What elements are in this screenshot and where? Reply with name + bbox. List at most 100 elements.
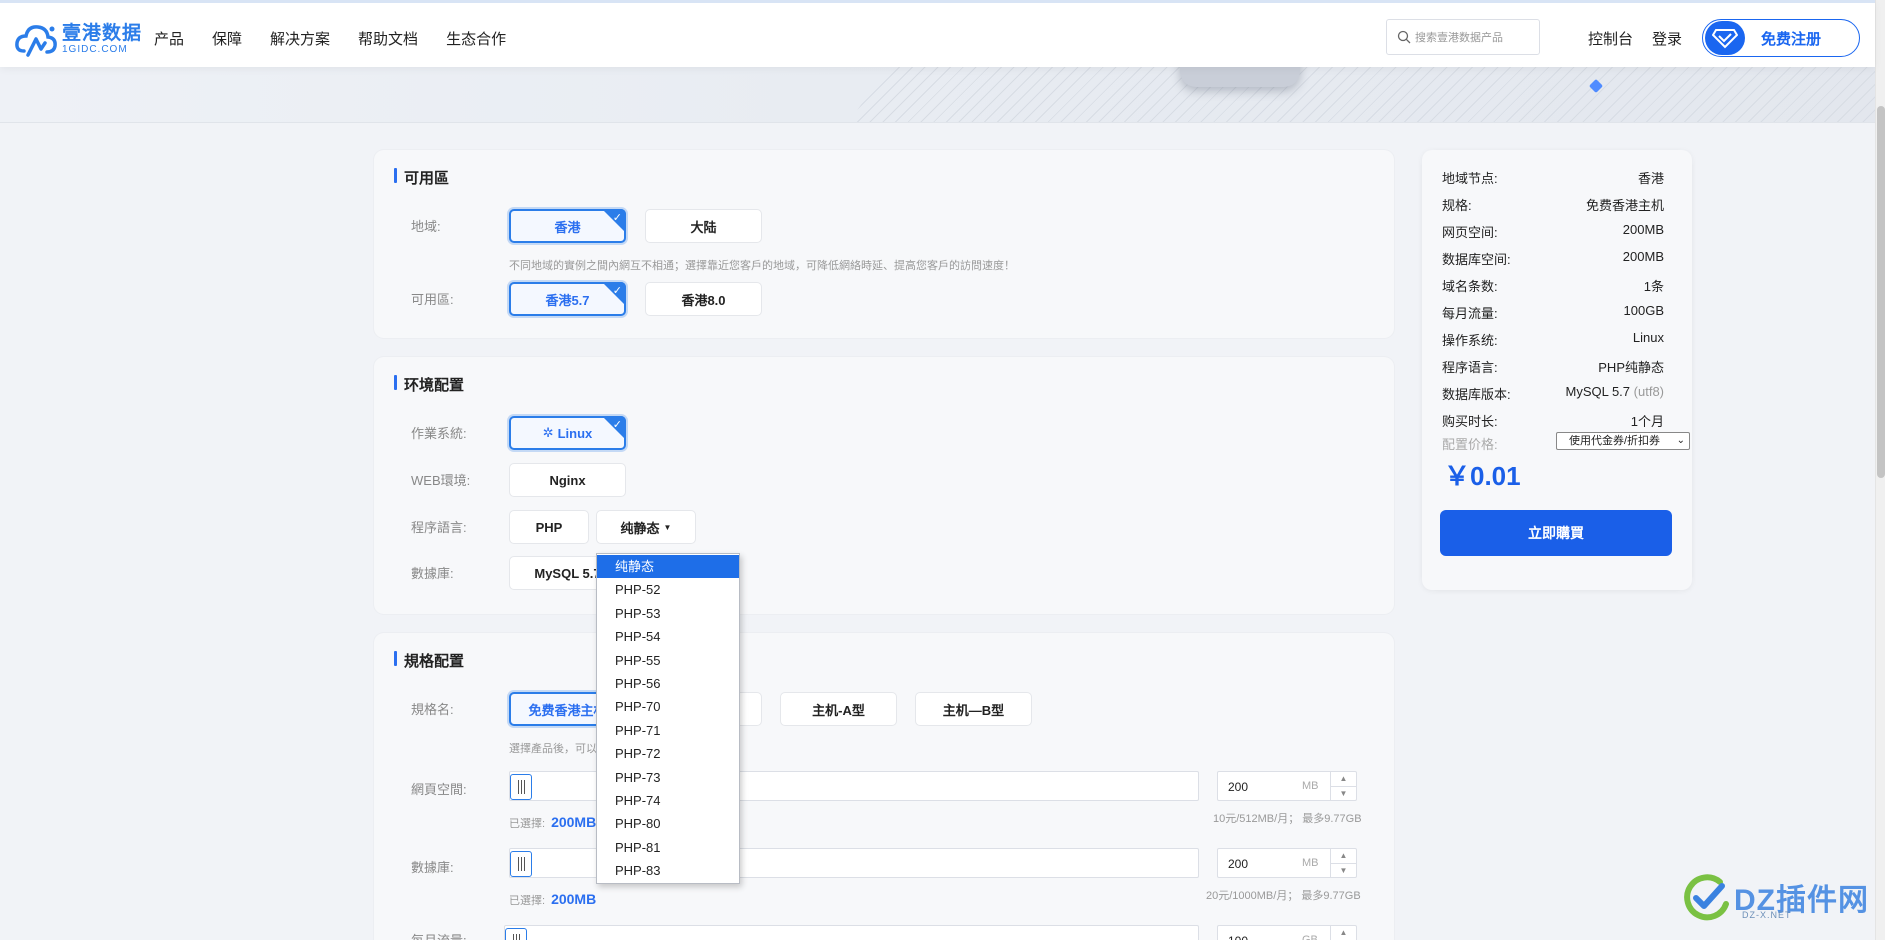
nav-link-products[interactable]: 产品 bbox=[154, 28, 184, 49]
register-button[interactable]: 免费注册 bbox=[1702, 19, 1860, 57]
dropdown-option[interactable]: PHP-52 bbox=[597, 578, 739, 601]
summary-row: 网页空间: 200MB bbox=[1442, 222, 1664, 240]
logo-cloud-icon bbox=[14, 21, 58, 59]
nav-link-ecosystem[interactable]: 生态合作 bbox=[446, 28, 506, 49]
web-space-slider-handle[interactable] bbox=[510, 774, 532, 800]
dropdown-option[interactable]: PHP-70 bbox=[597, 695, 739, 718]
traffic-stepper[interactable]: 100 GB ▲▼ bbox=[1217, 925, 1357, 940]
summary-row: 规格: 免费香港主机 bbox=[1442, 198, 1664, 213]
search-input[interactable]: 搜索壹港数据产品 bbox=[1386, 19, 1540, 55]
web-space-value: 200 bbox=[1228, 780, 1249, 794]
traffic-slider[interactable] bbox=[504, 925, 1199, 940]
summary-row: 域名条数: 1条 bbox=[1442, 279, 1664, 294]
stepper-down-icon[interactable]: ▼ bbox=[1331, 864, 1356, 878]
spec-option-label: 主机—B型 bbox=[942, 702, 1005, 718]
summary-row: 地域节点: 香港 bbox=[1442, 171, 1664, 186]
web-space-chosen: 已選擇: 200MB bbox=[509, 814, 597, 830]
check-icon: ✓ bbox=[612, 419, 622, 431]
spec-name-label: 規格名: bbox=[411, 702, 454, 717]
os-option-linux[interactable]: ✲ Linux ✓ bbox=[509, 416, 626, 450]
dropdown-option[interactable]: PHP-55 bbox=[597, 649, 739, 672]
check-icon: ✓ bbox=[612, 285, 622, 297]
lang-label: 程序語言: bbox=[411, 520, 467, 535]
az-label: 可用區: bbox=[411, 292, 454, 307]
spec-option-b[interactable]: 主机—B型 bbox=[915, 692, 1032, 726]
watermark-subtext: DZ-X.NET bbox=[1742, 910, 1792, 920]
page-scrollbar[interactable] bbox=[1875, 0, 1885, 940]
gear-icon: ✲ bbox=[542, 425, 554, 440]
zone-title: 可用區 bbox=[394, 167, 449, 188]
region-option-label: 大陆 bbox=[690, 219, 717, 235]
main-menu: 产品 保障 解决方案 帮助文档 生态合作 bbox=[154, 28, 506, 49]
dropdown-option[interactable]: PHP-80 bbox=[597, 812, 739, 835]
spec-option-a[interactable]: 主机-A型 bbox=[780, 692, 897, 726]
region-option-hongkong[interactable]: 香港 ✓ bbox=[509, 209, 626, 243]
total-price: ￥0.01 bbox=[1444, 461, 1521, 491]
lang-version-dropdown: 纯静态 PHP-52 PHP-53 PHP-54 PHP-55 PHP-56 P… bbox=[596, 553, 740, 885]
az-option-label: 香港5.7 bbox=[545, 292, 590, 308]
dropdown-option[interactable]: 纯静态 bbox=[597, 555, 739, 579]
lang-option-label: PHP bbox=[535, 519, 563, 535]
db-option-label: MySQL 5.7 bbox=[534, 565, 601, 581]
logo-subtext: 1GIDC.COM bbox=[62, 44, 128, 55]
db-space-price-note: 20元/1000MB/月； 最多9.77GB bbox=[1206, 890, 1361, 902]
stepper-up-icon[interactable]: ▲ bbox=[1331, 926, 1356, 940]
web-space-label: 網頁空間: bbox=[411, 782, 467, 797]
coupon-select[interactable]: 使用代金券/折扣券 ⌄ bbox=[1556, 432, 1690, 450]
db-space-slider-handle[interactable] bbox=[510, 851, 532, 877]
logo-text: 壹港数据 bbox=[62, 23, 143, 44]
banner-image bbox=[0, 67, 1875, 123]
stepper-down-icon[interactable]: ▼ bbox=[1331, 787, 1356, 801]
search-icon bbox=[1397, 30, 1411, 44]
stepper-up-icon[interactable]: ▲ bbox=[1331, 849, 1356, 864]
db-label: 數據庫: bbox=[411, 566, 454, 581]
web-space-price-note: 10元/512MB/月； 最多9.77GB bbox=[1213, 813, 1362, 825]
db-space-stepper[interactable]: 200 MB ▲ ▼ bbox=[1217, 848, 1357, 878]
nav-link-solutions[interactable]: 解决方案 bbox=[270, 28, 330, 49]
dropdown-option[interactable]: PHP-73 bbox=[597, 766, 739, 789]
console-link[interactable]: 控制台 bbox=[1588, 28, 1633, 49]
nav-link-docs[interactable]: 帮助文档 bbox=[358, 28, 418, 49]
buy-now-button[interactable]: 立即購買 bbox=[1440, 510, 1672, 556]
price-label: 配置价格: bbox=[1442, 437, 1498, 452]
region-label: 地域: bbox=[411, 219, 441, 234]
web-env-option-nginx[interactable]: Nginx bbox=[509, 463, 626, 497]
zone-card: 可用區 地域: 香港 ✓ 大陆 不同地域的實例之間內網互不相通；選擇靠近您客戶的地… bbox=[374, 150, 1394, 338]
stepper-up-icon[interactable]: ▲ bbox=[1331, 772, 1356, 787]
search-placeholder: 搜索壹港数据产品 bbox=[1415, 32, 1503, 44]
db-space-label: 數據庫: bbox=[411, 860, 454, 875]
spec-card: 規格配置 規格名: 免费香港主机✓ 主机-A型 主机—B型 選擇產品後，可以 網… bbox=[374, 633, 1394, 940]
spec-title: 規格配置 bbox=[394, 650, 464, 671]
az-option-hk57[interactable]: 香港5.7 ✓ bbox=[509, 282, 626, 316]
lang-option-php[interactable]: PHP bbox=[509, 510, 589, 544]
region-hint: 不同地域的實例之間內網互不相通；選擇靠近您客戶的地域，可降低網絡時延、提高您客戶… bbox=[509, 260, 1015, 272]
logo[interactable]: 壹港数据 1GIDC.COM bbox=[14, 21, 142, 59]
dropdown-option[interactable]: PHP-56 bbox=[597, 672, 739, 695]
scrollbar-thumb[interactable] bbox=[1877, 106, 1885, 478]
lang-version-select[interactable]: 纯静态 ▼ bbox=[596, 510, 696, 544]
caret-down-icon: ▼ bbox=[663, 522, 672, 532]
az-option-label: 香港8.0 bbox=[681, 292, 726, 308]
spec-hint: 選擇產品後，可以 bbox=[509, 743, 597, 755]
traffic-slider-handle[interactable] bbox=[505, 928, 527, 940]
os-label: 作業系統: bbox=[411, 426, 467, 441]
summary-row: 操作系统: Linux bbox=[1442, 330, 1664, 348]
dropdown-option[interactable]: PHP-53 bbox=[597, 602, 739, 625]
dropdown-option[interactable]: PHP-71 bbox=[597, 719, 739, 742]
web-env-option-label: Nginx bbox=[549, 472, 586, 488]
dropdown-option[interactable]: PHP-72 bbox=[597, 742, 739, 765]
env-title: 环境配置 bbox=[394, 374, 464, 395]
dropdown-option[interactable]: PHP-54 bbox=[597, 625, 739, 648]
db-space-value: 200 bbox=[1228, 857, 1249, 871]
region-option-mainland[interactable]: 大陆 bbox=[645, 209, 762, 243]
nav-link-guarantee[interactable]: 保障 bbox=[212, 28, 242, 49]
db-space-unit: MB bbox=[1302, 857, 1319, 869]
web-space-stepper[interactable]: 200 MB ▲ ▼ bbox=[1217, 771, 1357, 801]
dropdown-option[interactable]: PHP-81 bbox=[597, 836, 739, 859]
dropdown-option[interactable]: PHP-74 bbox=[597, 789, 739, 812]
az-option-hk80[interactable]: 香港8.0 bbox=[645, 282, 762, 316]
lang-version-label: 纯静态 bbox=[620, 520, 660, 536]
summary-row: 数据库版本: MySQL 5.7 (utf8) bbox=[1442, 384, 1664, 402]
login-link[interactable]: 登录 bbox=[1652, 28, 1682, 49]
dropdown-option[interactable]: PHP-83 bbox=[597, 859, 739, 882]
